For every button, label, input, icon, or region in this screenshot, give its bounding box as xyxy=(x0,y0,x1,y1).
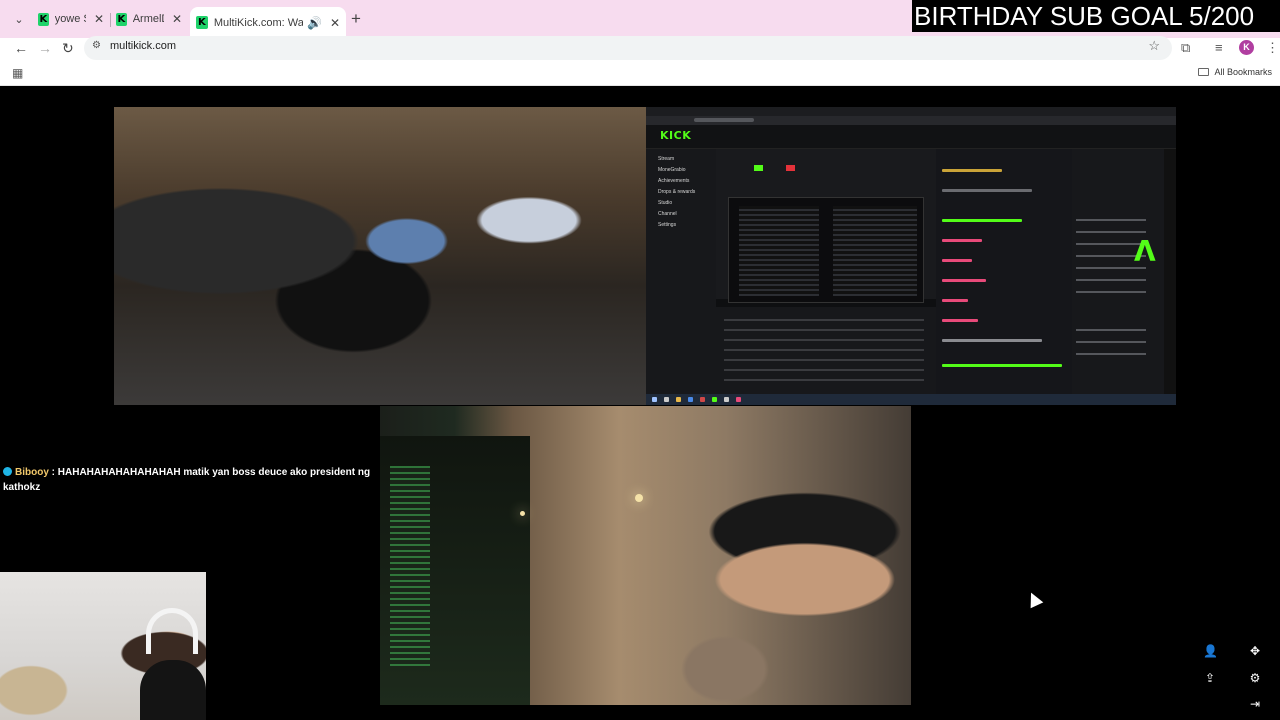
add-user-icon[interactable]: 👤 xyxy=(1203,644,1218,658)
share-icon[interactable]: ⇪ xyxy=(1203,671,1217,685)
close-icon[interactable]: ✕ xyxy=(330,16,340,30)
media-control-icon[interactable]: ≡ xyxy=(1215,40,1223,55)
browser-tab[interactable]: K yowe Stre ✕ xyxy=(32,7,110,31)
menu-icon[interactable]: ⋮ xyxy=(1266,40,1279,56)
chat-text: HAHAHAHAHAHAHAHAH matik yan boss deuce a… xyxy=(3,467,371,493)
move-icon[interactable]: ✥ xyxy=(1248,644,1262,658)
browser-tab-active[interactable]: K MultiKick.com: Watch Mult 🔊 ✕ xyxy=(190,7,346,38)
tab-search-icon[interactable]: ⌄ xyxy=(10,10,28,28)
new-tab-button[interactable]: + xyxy=(351,9,361,29)
tab-title: yowe Stre xyxy=(54,13,86,25)
bookmarks-bar: ▦ All Bookmarks xyxy=(0,60,1280,86)
kick-favicon-icon: K xyxy=(38,12,49,26)
apps-grid-icon[interactable]: ▦ xyxy=(12,66,23,80)
shared-address-bar xyxy=(646,116,1176,125)
kick-brand-mark: Λ xyxy=(1134,235,1156,268)
forward-icon[interactable]: → xyxy=(38,38,52,58)
chat-badge-icon xyxy=(3,467,12,476)
multikick-favicon-icon: K xyxy=(196,16,208,29)
host-shirt xyxy=(140,660,206,720)
chat-username: Biboоy xyxy=(15,467,49,478)
shared-tab-strip xyxy=(646,107,1176,116)
shared-chat-panel xyxy=(936,149,1072,394)
site-info-icon[interactable]: ⚙ xyxy=(92,40,104,52)
shared-sidebar-item: Achievements xyxy=(658,178,690,184)
address-bar[interactable]: ⚙ multikick.com ☆ xyxy=(84,36,1172,60)
stream-tile-gaming-room[interactable] xyxy=(114,107,646,405)
reload-icon[interactable]: ↻ xyxy=(62,38,74,58)
shared-sidebar: Stream MoneGrabio Achievements Drops & r… xyxy=(646,149,716,394)
shared-kick-header: KICK xyxy=(646,125,1176,149)
shared-sidebar-item: Studio xyxy=(658,200,673,206)
tab-title: ArmelDo xyxy=(132,13,164,25)
shared-right-rail xyxy=(1164,149,1176,394)
close-icon[interactable]: ✕ xyxy=(172,12,182,26)
profile-avatar[interactable]: K xyxy=(1239,40,1254,55)
sub-goal-banner: BIRTHDAY SUB GOAL 5/200 xyxy=(912,0,1280,32)
tab-title: MultiKick.com: Watch Mult xyxy=(213,16,303,29)
background-monitor xyxy=(380,436,530,705)
ceiling-light xyxy=(520,511,525,516)
chat-message: Biboоy : HAHAHAHAHAHAHAHAH matik yan bos… xyxy=(3,465,375,495)
shared-sidebar-item: MoneGrabio xyxy=(658,167,686,173)
shared-sidebar-item: Channel xyxy=(658,211,677,217)
stream-tile-reaction-cam[interactable] xyxy=(380,406,911,705)
ceiling-light xyxy=(635,494,643,502)
shared-taskbar xyxy=(646,394,1176,405)
shared-sidebar-item: Drops & rewards xyxy=(658,189,696,195)
shared-end-badge xyxy=(786,165,795,171)
shared-activity-feed xyxy=(716,307,936,394)
exit-icon[interactable]: ⇥ xyxy=(1248,697,1262,711)
folder-icon xyxy=(1198,68,1210,76)
browser-toolbar: ← → ↻ ⚙ multikick.com ☆ ⧉ ≡ K ⋮ xyxy=(0,36,1280,60)
shared-session-panel xyxy=(716,149,936,303)
kick-logo: KICK xyxy=(660,129,692,142)
shared-stream-preview xyxy=(728,197,924,303)
chat-separator: : xyxy=(48,467,58,478)
back-icon[interactable]: ← xyxy=(14,38,28,58)
all-bookmarks-button[interactable]: All Bookmarks xyxy=(1198,67,1272,77)
bookmark-star-icon[interactable]: ☆ xyxy=(1148,38,1160,54)
shared-sidebar-item: Stream xyxy=(658,156,675,162)
mouse-cursor xyxy=(1024,589,1044,609)
browser-tab[interactable]: K ArmelDo ✕ xyxy=(110,7,188,31)
shared-live-badge xyxy=(754,165,763,171)
headset xyxy=(146,608,198,654)
host-facecam xyxy=(0,572,206,720)
all-bookmarks-label: All Bookmarks xyxy=(1214,67,1272,77)
extensions-icon[interactable]: ⧉ xyxy=(1181,40,1190,56)
gear-icon[interactable]: ⚙ xyxy=(1248,671,1262,685)
stream-tile-kick-dashboard[interactable]: KICK Stream MoneGrabio Achievements Drop… xyxy=(646,107,1176,405)
shared-sidebar-item: Settings xyxy=(658,222,677,228)
close-icon[interactable]: ✕ xyxy=(94,12,104,26)
shared-stream-info-panel: Λ xyxy=(1072,149,1164,394)
kick-favicon-icon: K xyxy=(116,12,127,26)
speaker-icon[interactable]: 🔊 xyxy=(307,16,322,30)
address-url: multikick.com xyxy=(110,40,177,52)
